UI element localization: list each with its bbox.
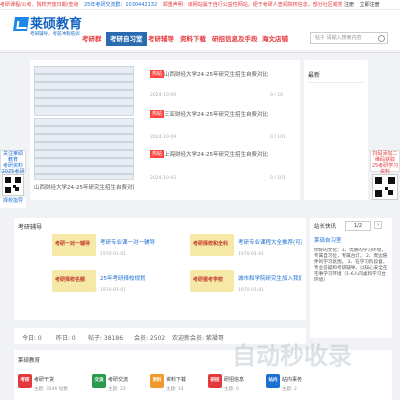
forum-count-2: 主题: 14 xyxy=(166,387,184,392)
nav-item-3[interactable]: 资料下载 xyxy=(180,32,206,46)
course-image-2[interactable]: 考研择校名额 xyxy=(52,270,96,292)
forum-count-3: 主题: 0 xyxy=(224,387,239,392)
course-title-2[interactable]: 25年考研择校规划 xyxy=(100,274,186,282)
post-caption[interactable]: 山西财经大学24-25年研究生招生自费对比 xyxy=(34,183,134,191)
top-bar: 考研课程/公考、院校开放日期/查询 25年考研交流群：1030442132 郑重… xyxy=(0,0,400,10)
forum-label-4[interactable]: 站内事务 xyxy=(282,376,302,383)
header-divider xyxy=(0,52,400,53)
post-title-0[interactable]: 山西财经大学24-25年研究生招生自费对比 xyxy=(164,70,296,78)
post-title-2[interactable]: 上海财经大学24-25年研究生招生自费对比 xyxy=(164,150,296,158)
logo-subtitle: 考研辅导、考前冲刺培训 xyxy=(30,32,80,37)
right-float-panel: 扫码添加二维码获取 25考研学习资料 xyxy=(370,150,400,175)
forum-icon-4[interactable]: 站内 xyxy=(266,374,280,388)
stat-posts: 帖子: 38186 xyxy=(88,335,124,342)
forum-count-1: 主题: 23 xyxy=(108,387,126,392)
post-title-1[interactable]: 三亚财经大学24-25年研究生招生自费对比 xyxy=(164,110,296,118)
latest-sidebar xyxy=(304,60,368,200)
sidebar-divider xyxy=(308,82,364,83)
watermark-text: 自动秒收录 xyxy=(232,342,352,370)
post-date-0: 2024-10-09 xyxy=(150,93,177,98)
nav-item-4[interactable]: 研招信息及手段 xyxy=(212,32,258,46)
sidebar-title: 最新 xyxy=(308,72,321,79)
notice-pager[interactable]: 1/2 xyxy=(345,221,371,231)
post-tag-2: 热帖 xyxy=(150,150,165,158)
left-float-footer: 择校指导 xyxy=(0,198,26,208)
course-image-text-2: 考研择校名额 xyxy=(55,277,86,283)
course-title-0[interactable]: 考研专业课一对一辅导 xyxy=(100,238,186,246)
course-date-0: 1970-01-01 xyxy=(100,252,127,257)
notice-title[interactable]: 莱硕自习室 xyxy=(314,236,342,244)
nav-item-1[interactable]: 考研自习室 xyxy=(106,32,147,46)
notice-next-icon[interactable]: › xyxy=(374,221,382,229)
forum-section-title: 莱硕教育 xyxy=(18,358,41,364)
notice-body: 你好的文化：1、优质的学习环境，专属自习位，专属台灯。 2、周边陪伴的学习氛围。… xyxy=(314,248,388,283)
forum-icon-3[interactable]: 研招 xyxy=(208,374,222,388)
nav-item-0[interactable]: 考研群 xyxy=(82,32,102,46)
post-views-0: 0 / 10 xyxy=(270,93,283,98)
post-tag-0: 热帖 xyxy=(150,70,165,78)
forum-label-3[interactable]: 研招信息 xyxy=(224,376,244,383)
topbar-auth: 注册 立即注册 xyxy=(342,1,382,9)
course-title-3[interactable]: 城市和学院研究生加入我们辅导团队 xyxy=(238,274,302,282)
course-date-2: 1970-01-01 xyxy=(100,288,127,293)
course-date-1: 1970-01-01 xyxy=(238,252,265,257)
forum-label-1[interactable]: 考研交流 xyxy=(108,376,128,383)
post-tag-1: 热帖 xyxy=(150,110,165,118)
courses-section-title: 考研辅导 xyxy=(18,224,43,231)
register-link[interactable]: 立即注册 xyxy=(360,2,380,8)
post-thumb-2[interactable] xyxy=(34,150,134,180)
left-float-line4: 择校指导 xyxy=(2,198,23,204)
post-views-1: 0 / 101 xyxy=(270,135,286,140)
forum-icon-1[interactable]: 交流 xyxy=(92,374,106,388)
course-image-text-0: 考研一对一辅导 xyxy=(55,241,91,247)
stat-yesterday: 昨日: 0 xyxy=(56,335,76,342)
search-input[interactable]: 帖子 请输入搜索内容 xyxy=(310,32,388,44)
left-float-panel: 关注莱硕教育 考研资料 2025考研 xyxy=(0,150,26,175)
stat-members: 会员: 2502 xyxy=(134,335,166,342)
notice-header: 站长快讯 xyxy=(314,224,337,230)
post-date-1: 2024-10-09 xyxy=(150,135,177,140)
login-link[interactable]: 注册 xyxy=(344,2,354,8)
post-thumb-0[interactable] xyxy=(34,66,134,116)
logo-title[interactable]: 莱硕教育 xyxy=(30,13,82,32)
topbar-link-left[interactable]: 考研课程/公考、院校开放日期/查询 xyxy=(0,2,78,8)
course-image-1[interactable]: 考研择校和全科 xyxy=(190,234,234,256)
course-image-3[interactable]: 考研报考学校 xyxy=(190,270,234,292)
post-views-2: 0 / 101 xyxy=(270,176,286,181)
post-date-2: 2024-10-03 xyxy=(150,176,177,181)
logo-icon[interactable] xyxy=(13,17,29,31)
nav-item-5[interactable]: 海文店铺 xyxy=(262,32,288,46)
course-title-1[interactable]: 考研专业课程大全推荐(可直接报班) xyxy=(238,238,302,246)
forum-icon-2[interactable]: 资料 xyxy=(150,374,164,388)
left-qr-code-icon xyxy=(2,174,24,196)
course-image-text-3: 考研报考学校 xyxy=(193,277,224,283)
forum-label-2[interactable]: 资料下载 xyxy=(166,376,186,383)
right-float-line1: 扫码添加二维码获取 xyxy=(372,151,398,163)
forum-count-0: 主题: 3546 帖数 xyxy=(34,387,68,392)
course-date-3: 1970-01-01 xyxy=(238,288,265,293)
right-qr-code-icon xyxy=(372,174,398,200)
stat-new-member: 欢迎新会员: 紫凝哥 xyxy=(172,335,224,342)
course-image-0[interactable]: 考研一对一辅导 xyxy=(52,234,96,256)
forum-icon-0[interactable]: 考研 xyxy=(18,374,32,388)
left-float-line1: 关注莱硕教育 xyxy=(2,151,23,163)
forum-count-4: 主题: 2 xyxy=(282,387,297,392)
stat-today: 今日: 0 xyxy=(22,335,42,342)
nav-item-2[interactable]: 考研辅导 xyxy=(148,32,174,46)
topbar-qq-group[interactable]: 25年考研交流群：1030442132 xyxy=(84,2,157,8)
course-image-text-1: 考研择校和全科 xyxy=(193,241,229,247)
forum-label-0[interactable]: 考研干货 xyxy=(34,376,54,383)
